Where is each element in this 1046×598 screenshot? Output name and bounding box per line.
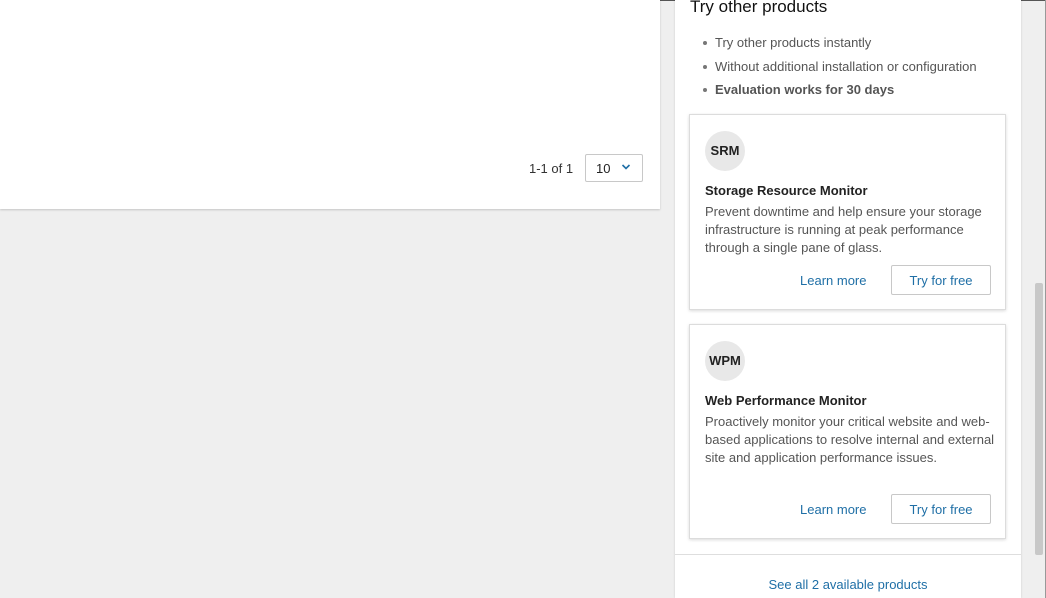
try-for-free-button[interactable]: Try for free	[891, 494, 991, 524]
divider	[675, 554, 1021, 555]
benefit-item: Evaluation works for 30 days	[703, 81, 977, 105]
try-products-sidebar: Try other products Try other products in…	[675, 0, 1021, 598]
benefits-list: Try other products instantly Without add…	[703, 34, 977, 105]
learn-more-link[interactable]: Learn more	[800, 502, 866, 517]
benefit-item: Without additional installation or confi…	[703, 58, 977, 82]
product-description: Prevent downtime and help ensure your st…	[705, 204, 982, 255]
product-card-wpm: WPM Web Performance Monitor Proactively …	[689, 324, 1006, 539]
product-badge: WPM	[705, 341, 745, 381]
page-size-value: 10	[596, 161, 611, 176]
chevron-down-icon	[621, 164, 631, 170]
product-badge: SRM	[705, 131, 745, 171]
product-description: Proactively monitor your critical websit…	[705, 414, 995, 465]
product-card-srm: SRM Storage Resource Monitor Prevent dow…	[689, 114, 1006, 310]
vertical-scrollbar[interactable]	[1035, 0, 1043, 598]
try-for-free-button[interactable]: Try for free	[891, 265, 991, 295]
scrollbar-thumb[interactable]	[1035, 283, 1043, 555]
learn-more-link[interactable]: Learn more	[800, 273, 866, 288]
main-panel: 1-1 of 1 10	[0, 0, 660, 209]
benefit-item: Try other products instantly	[703, 34, 977, 58]
sidebar-title: Try other products	[690, 0, 828, 16]
product-name: Web Performance Monitor	[705, 393, 867, 408]
pagination-range: 1-1 of 1	[529, 161, 574, 176]
see-all-products-link[interactable]: See all 2 available products	[675, 577, 1021, 592]
page-size-select[interactable]: 10	[585, 154, 643, 182]
product-name: Storage Resource Monitor	[705, 183, 868, 198]
